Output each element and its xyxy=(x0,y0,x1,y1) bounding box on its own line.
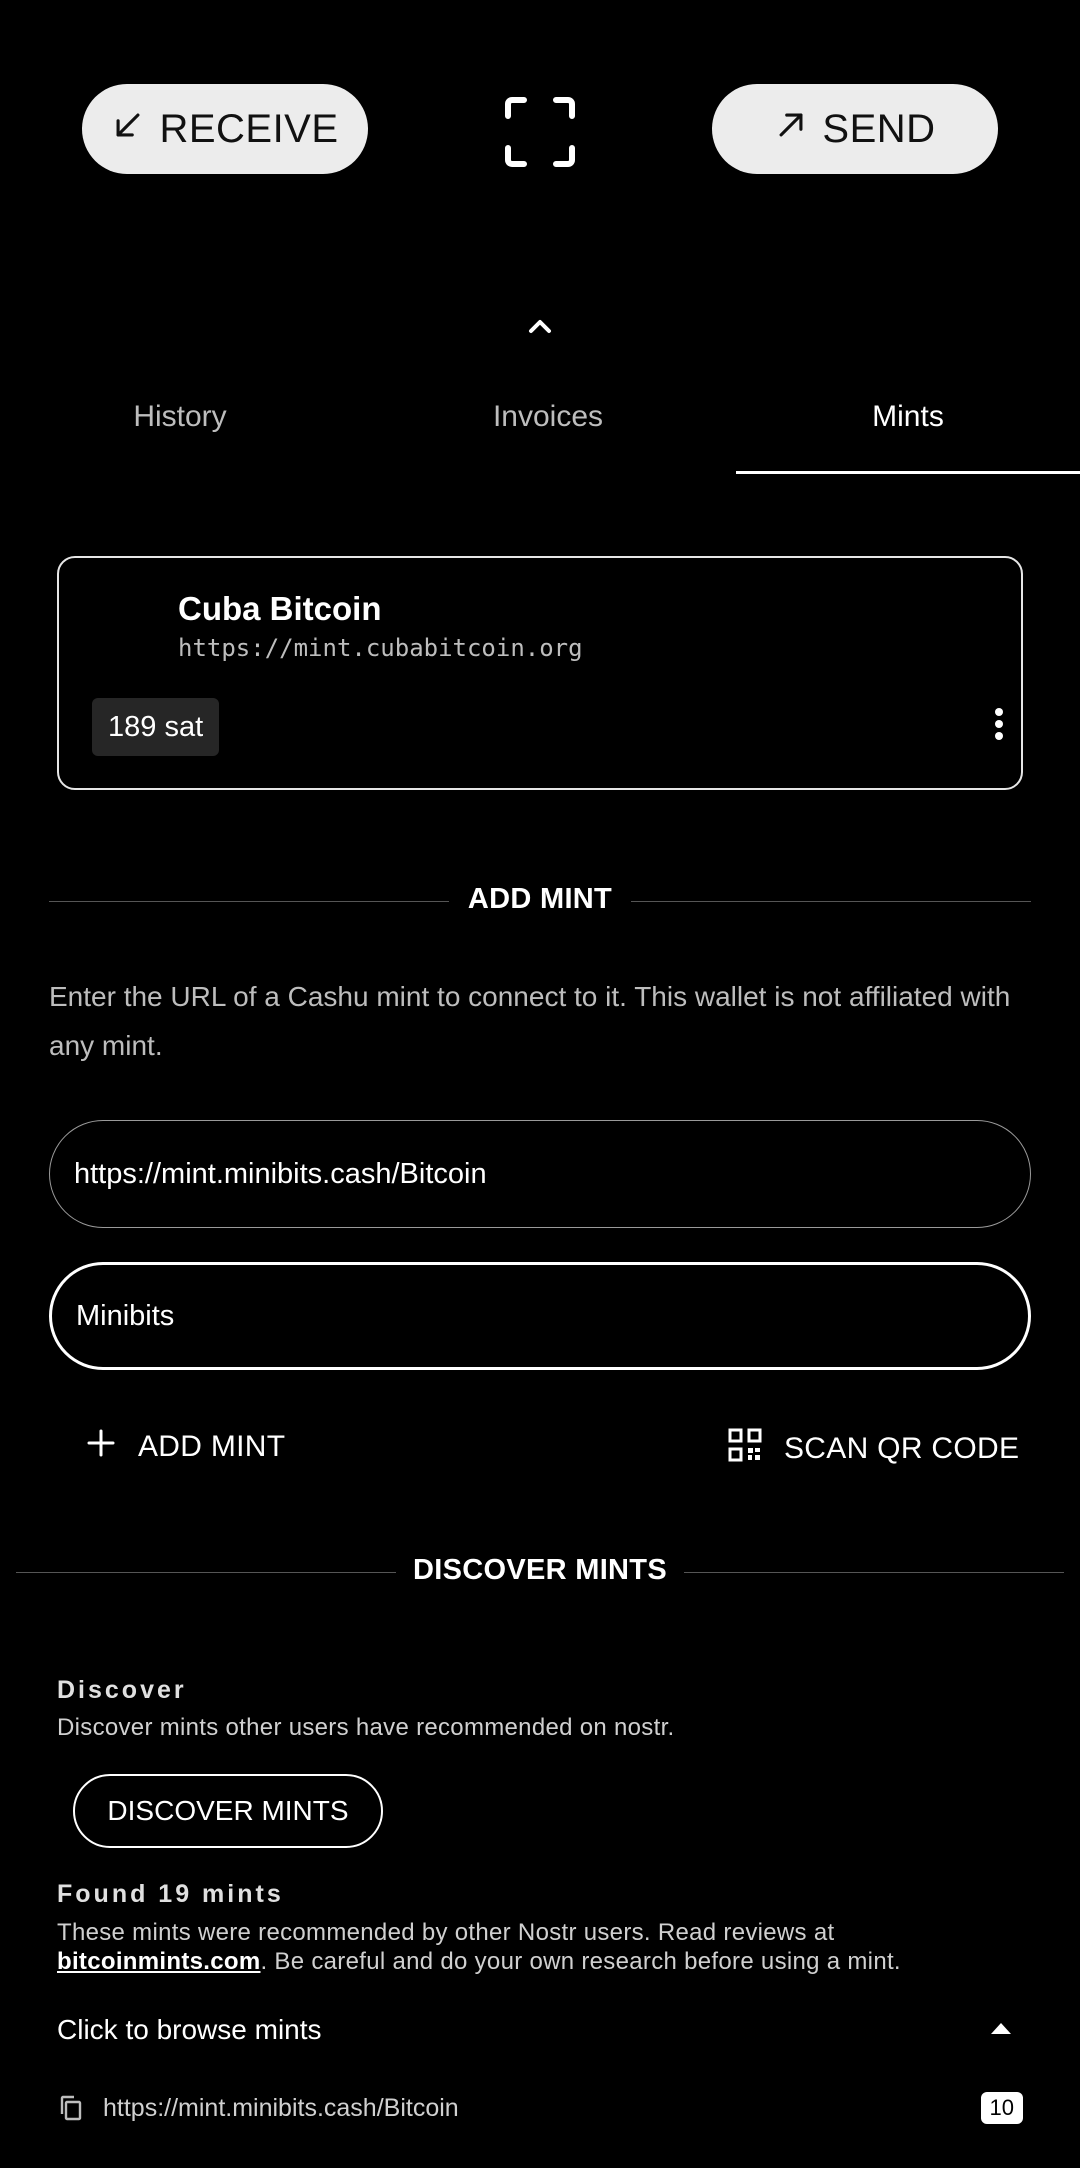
found-mints-text: These mints were recommended by other No… xyxy=(57,1918,1047,1976)
arrow-up-right-icon xyxy=(774,107,808,152)
mint-url-input-value: https://mint.minibits.cash/Bitcoin xyxy=(74,1157,487,1190)
browse-mints-toggle[interactable]: Click to browse mints xyxy=(57,2008,1023,2052)
scan-qr-button[interactable]: SCAN QR CODE xyxy=(728,1428,1019,1470)
tab-invoices[interactable]: Invoices xyxy=(368,400,728,450)
arrow-down-left-icon xyxy=(111,107,145,152)
found-mints-title: Found 19 mints xyxy=(57,1880,284,1908)
tab-indicator xyxy=(736,471,1080,474)
discover-mints-button-label: DISCOVER MINTS xyxy=(107,1795,349,1826)
recommendation-count-badge: 10 xyxy=(980,2092,1023,2124)
discover-mints-button[interactable]: DISCOVER MINTS xyxy=(73,1774,383,1848)
divider xyxy=(631,901,1031,902)
mint-name-input[interactable]: Minibits xyxy=(49,1262,1031,1370)
add-mint-description: Enter the URL of a Cashu mint to connect… xyxy=(49,981,1011,1061)
divider xyxy=(684,1572,1064,1573)
tab-history[interactable]: History xyxy=(0,400,360,450)
copy-icon[interactable] xyxy=(57,2094,85,2122)
list-item[interactable]: https://mint.minibits.cash/Bitcoin 10 xyxy=(57,2086,1023,2130)
mint-url-input[interactable]: https://mint.minibits.cash/Bitcoin xyxy=(49,1120,1031,1228)
tab-mints[interactable]: Mints xyxy=(736,400,1080,450)
discover-subheading: Discover xyxy=(57,1676,187,1704)
receive-label: RECEIVE xyxy=(159,106,339,151)
found-text-before: These mints were recommended by other No… xyxy=(57,1919,835,1946)
add-mint-heading: ADD MINT xyxy=(467,883,613,915)
scan-icon[interactable] xyxy=(500,92,580,172)
add-mint-button-label: ADD MINT xyxy=(138,1430,286,1463)
discover-mints-heading: DISCOVER MINTS xyxy=(413,1554,667,1586)
browse-mints-label: Click to browse mints xyxy=(57,2014,322,2045)
send-label: SEND xyxy=(822,106,936,151)
balance-badge: 189 sat xyxy=(92,698,220,756)
qr-code-icon xyxy=(728,1428,762,1470)
add-mint-button[interactable]: ADD MINT xyxy=(86,1428,285,1466)
plus-icon xyxy=(86,1428,116,1466)
mint-url: https://mint.cubabitcoin.org xyxy=(178,634,583,662)
more-options-icon[interactable] xyxy=(987,704,1011,744)
bitcoinmints-link[interactable]: bitcoinmints.com xyxy=(57,1948,260,1975)
chevron-up-icon[interactable] xyxy=(522,314,558,338)
discover-description: Discover mints other users have recommen… xyxy=(57,1714,675,1741)
send-button[interactable]: SEND xyxy=(712,84,998,174)
mint-name-input-value: Minibits xyxy=(76,1299,175,1332)
mint-name: Cuba Bitcoin xyxy=(178,590,382,627)
mint-card[interactable]: Cuba Bitcoin https://mint.cubabitcoin.or… xyxy=(57,556,1023,790)
scan-qr-button-label: SCAN QR CODE xyxy=(784,1432,1020,1465)
list-item-url: https://mint.minibits.cash/Bitcoin xyxy=(103,2093,459,2122)
caret-up-icon xyxy=(989,2021,1013,2040)
receive-button[interactable]: RECEIVE xyxy=(82,84,368,174)
found-text-after: . Be careful and do your own research be… xyxy=(260,1948,901,1975)
